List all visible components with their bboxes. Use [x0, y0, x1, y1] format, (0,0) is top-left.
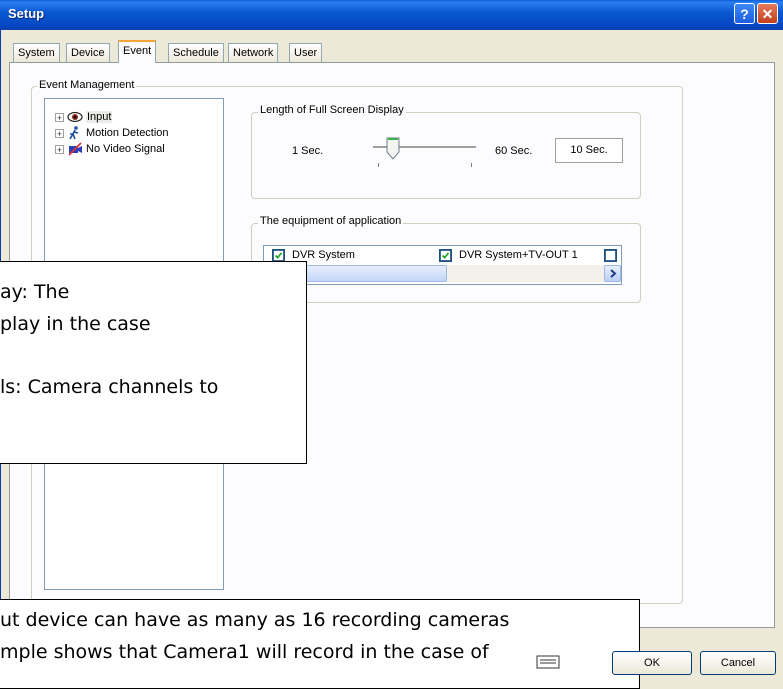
expand-icon[interactable]: +	[55, 144, 64, 154]
tree-item-no-video-signal[interactable]: + No Video Signal	[55, 141, 169, 157]
tree-item-label: Input	[86, 111, 113, 123]
window-title: Setup	[8, 6, 45, 21]
tab-event[interactable]: Event	[118, 40, 157, 63]
annotation-text: ut device can have as many as 16 recordi…	[0, 609, 510, 631]
annotation-text: ay: The	[0, 281, 70, 303]
chevron-right-icon	[610, 269, 617, 278]
equipment-item-label: DVR System+TV-OUT 1	[459, 249, 578, 261]
ok-button[interactable]: OK	[612, 651, 692, 675]
event-management-legend: Event Management	[37, 79, 137, 91]
no-video-icon	[68, 142, 82, 156]
slider-max-label: 60 Sec.	[495, 145, 533, 157]
equipment-item-label: DVR System	[292, 249, 355, 261]
full-screen-display-legend: Length of Full Screen Display	[258, 104, 406, 116]
tree-item-input[interactable]: + Input	[55, 109, 169, 125]
slider-tick	[471, 163, 472, 167]
running-person-icon	[69, 126, 79, 140]
expand-icon[interactable]: +	[55, 128, 64, 138]
annotation-text: play in the case	[0, 313, 151, 335]
checkbox-dvr-tvout1[interactable]	[439, 249, 452, 262]
tree-item-motion-detection[interactable]: + Motion Detection	[55, 125, 169, 141]
tab-network[interactable]: Network	[228, 43, 279, 62]
annotation-text: ls: Camera channels to	[0, 376, 219, 398]
tab-schedule[interactable]: Schedule	[168, 43, 224, 62]
eye-icon	[67, 111, 83, 123]
tab-user[interactable]: User	[289, 43, 323, 62]
slider-tick	[378, 163, 379, 167]
tree-item-label: No Video Signal	[86, 143, 165, 155]
tab-system[interactable]: System	[13, 43, 60, 62]
close-button[interactable]: ✕	[757, 3, 778, 24]
equipment-legend: The equipment of application	[258, 215, 404, 227]
tab-device[interactable]: Device	[66, 43, 110, 62]
annotation-text: mple shows that Camera1 will record in t…	[0, 641, 489, 663]
scroll-right-button[interactable]	[604, 265, 621, 282]
slider-value-display: 10 Sec.	[555, 138, 623, 163]
tree-item-label: Motion Detection	[86, 127, 169, 139]
slider-min-label: 1 Sec.	[292, 145, 324, 157]
help-button[interactable]: ?	[734, 3, 755, 24]
slider-thumb[interactable]	[386, 137, 400, 161]
cancel-button[interactable]: Cancel	[700, 651, 776, 675]
checkbox-equipment-3[interactable]	[604, 249, 617, 262]
expand-icon[interactable]: +	[55, 112, 64, 122]
title-bar	[0, 0, 783, 30]
keyboard-icon	[536, 655, 560, 669]
